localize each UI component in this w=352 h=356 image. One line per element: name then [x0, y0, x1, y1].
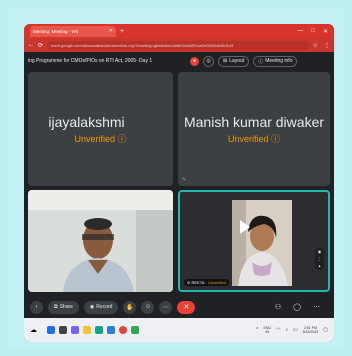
chrome-icon[interactable]: [119, 326, 127, 334]
notification-icon[interactable]: ▢: [323, 327, 328, 333]
bookmark-star-icon[interactable]: ☆: [313, 42, 318, 49]
address-bar: ← ⟳ meet.google.com/ddoessdtcdcdevmeeetv…: [24, 38, 334, 52]
self-camera-feed: [180, 192, 328, 290]
expand-icon[interactable]: ▴: [315, 262, 324, 269]
back-icon[interactable]: ←: [28, 42, 34, 48]
participant-tile[interactable]: ijayalakshmi Unverified ⓘ: [28, 72, 173, 186]
address-actions: ☆ ⋮: [313, 42, 330, 49]
volume-icon[interactable]: ♪: [285, 327, 288, 333]
participant-status: Unverified ⓘ: [227, 134, 281, 144]
present-icon[interactable]: ◎: [203, 55, 214, 67]
recording-indicator-icon: ●: [190, 56, 199, 66]
file-explorer-icon[interactable]: [83, 326, 91, 334]
right-controls: ⚇ ◯ ⋯: [275, 303, 328, 311]
wifi-icon[interactable]: ◠: [276, 327, 280, 333]
chevron-up-icon[interactable]: ^: [256, 327, 258, 333]
weather-icon[interactable]: ☁: [30, 326, 37, 334]
raise-hand-icon[interactable]: ✋: [123, 300, 137, 314]
people-icon[interactable]: ⚇: [275, 303, 281, 311]
layout-button[interactable]: ⊞ Layout: [218, 55, 250, 67]
participant-name: Manish kumar diwaker: [183, 114, 325, 130]
share-button[interactable]: ⧉ Share: [48, 300, 79, 314]
leave-call-button[interactable]: ✕: [177, 300, 196, 314]
new-tab-icon[interactable]: +: [120, 28, 124, 35]
self-name: REETA: [191, 280, 205, 285]
self-label: ⊘ REETA · Unverified: [184, 279, 229, 286]
tab-title: Meeting: Meeting - Wir: [33, 28, 79, 34]
participant-tile[interactable]: Manish kumar diwaker Unverified ⓘ ✎: [178, 72, 330, 186]
participant-status: Unverified ⓘ: [74, 134, 127, 144]
meeting-controls: ‹ ⧉ Share ◉ Record ✋ ☺ ⋯ ✕ ⚇ ◯ ⋯: [24, 296, 334, 318]
info-icon: ⓘ: [258, 58, 264, 65]
share-icon: ⧉: [54, 304, 58, 310]
tab-bar: Meeting: Meeting - Wir ✕ + — □ ✕: [24, 24, 334, 38]
taskbar: ☁ ^ ENG IN ◠ ♪ ▭ 2:51 PM 8/18/2023 ▢: [24, 318, 334, 342]
window-controls: — □ ✕: [297, 28, 334, 35]
record-label: Record: [96, 304, 113, 310]
pin-icon[interactable]: ◉: [315, 248, 324, 255]
language-indicator[interactable]: ENG IN: [263, 326, 271, 334]
layout-icon: ⊞: [223, 58, 228, 64]
edge-icon[interactable]: [95, 326, 103, 334]
browser-menu-icon[interactable]: ⋮: [324, 42, 330, 49]
clock[interactable]: 2:51 PM 8/18/2023: [303, 326, 319, 334]
more-icon[interactable]: ⋮: [315, 255, 324, 262]
chat-icon[interactable]: ◯: [293, 303, 301, 311]
task-view-icon[interactable]: [71, 326, 79, 334]
url-field[interactable]: meet.google.com/ddoessdtcdcdevmeeetve-mp…: [47, 40, 309, 50]
date-label: 8/18/2023: [302, 330, 319, 334]
close-window-icon[interactable]: ✕: [323, 28, 328, 35]
taskbar-apps: [47, 326, 139, 334]
more-options-icon[interactable]: ⋯: [159, 300, 173, 314]
tab-close-icon[interactable]: ✕: [109, 28, 113, 34]
browser-tab[interactable]: Meeting: Meeting - Wir ✕: [30, 25, 116, 37]
system-tray: ^ ENG IN ◠ ♪ ▭ 2:51 PM 8/18/2023 ▢: [256, 326, 328, 334]
region-label: IN: [265, 330, 270, 334]
chevron-left-icon[interactable]: ‹: [30, 300, 43, 314]
maximize-icon[interactable]: □: [311, 28, 315, 35]
more-vert-icon[interactable]: ⋯: [313, 303, 320, 311]
minimize-icon[interactable]: —: [297, 28, 303, 35]
self-status: Unverified: [207, 280, 226, 285]
layout-label: Layout: [229, 58, 245, 64]
record-icon: ◉: [89, 304, 95, 310]
audio-icon: ✎: [182, 177, 187, 183]
share-label: Share: [59, 304, 73, 310]
meeting-info-label: Meeting info: [265, 58, 293, 64]
meeting-info-button[interactable]: ⓘ Meeting info: [253, 55, 298, 67]
start-icon[interactable]: [47, 326, 55, 334]
app-icon[interactable]: [131, 326, 139, 334]
self-view-tile[interactable]: ⊘ REETA · Unverified ◉ ⋮ ▴: [178, 190, 330, 292]
browser-window: Meeting: Meeting - Wir ✕ + — □ ✕ ← ⟳ mee…: [24, 24, 334, 342]
participant-camera-tile[interactable]: [28, 190, 173, 292]
record-button[interactable]: ◉ Record: [83, 300, 119, 314]
camera-feed: [28, 190, 173, 292]
reactions-icon[interactable]: ☺: [141, 300, 155, 314]
reload-icon[interactable]: ⟳: [38, 42, 43, 49]
meeting-title: ing Programme for CMOs/PIOs on RTI Act, …: [28, 58, 153, 64]
meeting-header: ing Programme for CMOs/PIOs on RTI Act, …: [24, 52, 334, 70]
store-icon[interactable]: [107, 326, 115, 334]
search-icon[interactable]: [59, 326, 67, 334]
battery-icon[interactable]: ▭: [293, 327, 298, 333]
tile-side-controls[interactable]: ◉ ⋮ ▴: [315, 248, 324, 270]
participant-name: ijayalakshmi: [48, 114, 125, 130]
